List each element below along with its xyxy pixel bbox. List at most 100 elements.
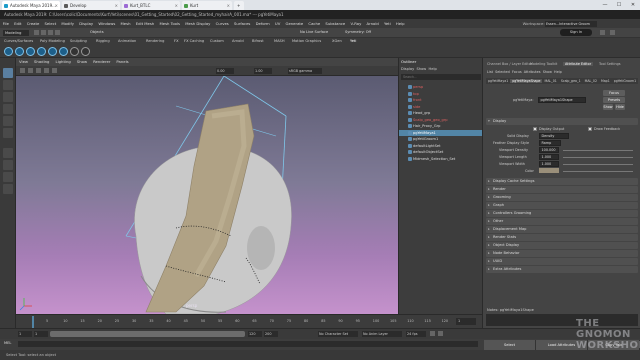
node-tab[interactable]: pgYetiMaya1 xyxy=(486,79,510,83)
yeti-cache-icon[interactable] xyxy=(59,47,68,56)
shelf-tab-fx-caching[interactable]: FX Caching xyxy=(184,39,204,43)
mel-label[interactable]: MEL xyxy=(4,341,11,345)
node-tab[interactable]: MAL_02 xyxy=(583,79,599,83)
menu-select[interactable]: Select xyxy=(42,19,59,28)
anim-layer-dropdown[interactable]: No Anim Layer xyxy=(362,331,402,337)
viewport-density-slider[interactable] xyxy=(563,149,633,151)
yeti-comb-icon[interactable] xyxy=(70,47,79,56)
menu-generate[interactable]: Generate xyxy=(283,19,306,28)
shelf-tab-rendering[interactable]: Rendering xyxy=(146,39,164,43)
menu-help[interactable]: Help xyxy=(393,19,407,28)
vp-menu-view[interactable]: View xyxy=(16,59,31,64)
maximize-icon[interactable]: ☐ xyxy=(612,0,626,10)
gamma-field[interactable]: 1.00 xyxy=(254,68,272,74)
shelf-tab-yeti[interactable]: Yeti xyxy=(350,39,356,43)
yeti-feather-icon[interactable] xyxy=(37,47,46,56)
menu-edit[interactable]: Edit xyxy=(12,19,25,28)
ae-section[interactable]: Displacement Map xyxy=(486,226,638,233)
tab-channel-box[interactable]: Channel Box / Layer Editor xyxy=(487,62,532,66)
menu-display[interactable]: Display xyxy=(77,19,96,28)
close-window-icon[interactable]: ✕ xyxy=(626,0,640,10)
menu-edit-mesh[interactable]: Edit Mesh xyxy=(133,19,157,28)
viewport-length-slider[interactable] xyxy=(563,156,633,158)
menu-curves[interactable]: Curves xyxy=(213,19,231,28)
outliner-menu-display[interactable]: Display xyxy=(401,67,414,71)
shelf-tab-xgen[interactable]: XGen xyxy=(332,39,342,43)
select-button[interactable]: Select xyxy=(484,340,536,350)
current-frame-field[interactable]: 1 xyxy=(456,318,476,325)
gear-icon[interactable] xyxy=(600,30,605,35)
shelf-tab-motion-graphics[interactable]: Motion Graphics xyxy=(292,39,321,43)
ae-section[interactable]: Render Stats xyxy=(486,234,638,241)
shelf-tab-arnold[interactable]: Arnold xyxy=(232,39,244,43)
vp-menu-renderer[interactable]: Renderer xyxy=(90,59,113,64)
3d-viewport[interactable]: persp xyxy=(16,76,398,314)
ae-section[interactable]: Controllers Grooming xyxy=(486,210,638,217)
viewport-width-slider[interactable] xyxy=(563,163,633,165)
menu-substance[interactable]: Substance xyxy=(323,19,348,28)
menu-mesh[interactable]: Mesh xyxy=(118,19,133,28)
node-tab[interactable]: pgYetiGroom1 xyxy=(612,79,638,83)
tab-tool-settings[interactable]: Tool Settings xyxy=(599,62,621,66)
close-icon[interactable]: × xyxy=(115,1,118,10)
menu-arnold[interactable]: Arnold xyxy=(364,19,381,28)
outliner-search-input[interactable] xyxy=(401,74,481,80)
end-frame-field[interactable]: 200 xyxy=(264,331,278,337)
ae-section[interactable]: Object Display xyxy=(486,242,638,249)
shelf-tab-bifrost[interactable]: Bifrost xyxy=(252,39,264,43)
menu-cache[interactable]: Cache xyxy=(306,19,323,28)
focus-button[interactable]: Focus xyxy=(603,90,625,96)
menu-mesh-tools[interactable]: Mesh Tools xyxy=(157,19,183,28)
shelf-tab-poly[interactable]: Poly Modeling xyxy=(40,39,65,43)
ae-section[interactable]: Display Cache Settings xyxy=(486,178,638,185)
live-surface-label[interactable]: No Live Surface xyxy=(300,30,328,34)
smooth-shade-icon[interactable] xyxy=(44,68,49,73)
vp-menu-lighting[interactable]: Lighting xyxy=(52,59,73,64)
command-input[interactable] xyxy=(18,341,478,347)
ae-menu-selected[interactable]: Selected xyxy=(495,70,510,74)
tab-attribute-editor[interactable]: Attribute Editor xyxy=(563,62,594,66)
browser-tab-maya[interactable]: Autodesk Maya 2019... × xyxy=(2,1,60,10)
solid-display-dropdown[interactable]: Density xyxy=(539,133,569,139)
ae-menu-attributes[interactable]: Attributes xyxy=(524,70,541,74)
browser-tab-develop[interactable]: Develop × xyxy=(62,1,120,10)
mode-dropdown[interactable]: Modeling xyxy=(3,30,29,36)
range-end-field[interactable]: 120 xyxy=(248,331,262,337)
shelf-tab-custom[interactable]: Custom xyxy=(210,39,224,43)
exposure-field[interactable]: 0.00 xyxy=(216,68,234,74)
ae-menu-focus[interactable]: Focus xyxy=(512,70,522,74)
menu-file[interactable]: File xyxy=(0,19,12,28)
four-view-icon[interactable] xyxy=(3,160,13,170)
node-tab[interactable]: MAL_01 xyxy=(542,79,558,83)
color-slider[interactable] xyxy=(563,170,633,172)
vp-menu-shading[interactable]: Shading xyxy=(31,59,52,64)
node-name-field[interactable]: pgYetiMaya1Shape xyxy=(538,97,586,103)
save-scene-icon[interactable] xyxy=(41,30,46,35)
vp-menu-panels[interactable]: Panels xyxy=(113,59,131,64)
range-slider[interactable] xyxy=(50,331,245,337)
browser-tab-kurt-btlc[interactable]: Kurt_BTLC × xyxy=(122,1,180,10)
character-set-dropdown[interactable]: No Character Set xyxy=(318,331,358,337)
ae-menu-help[interactable]: Help xyxy=(554,70,562,74)
wireframe-icon[interactable] xyxy=(36,68,41,73)
rotate-tool-icon[interactable] xyxy=(3,116,13,126)
camera-icon[interactable] xyxy=(20,68,25,73)
ae-section[interactable]: UUID xyxy=(486,258,638,265)
menu-modify[interactable]: Modify xyxy=(59,19,77,28)
ae-section[interactable]: Render xyxy=(486,186,638,193)
ae-section[interactable]: Other xyxy=(486,218,638,225)
new-tab-button[interactable]: + xyxy=(234,1,244,10)
minimize-icon[interactable]: — xyxy=(598,0,612,10)
node-tab[interactable]: Map1 xyxy=(599,79,612,83)
display-output-checkbox[interactable] xyxy=(533,127,537,131)
time-slider[interactable]: 5 10 15 20 25 30 35 40 45 50 55 60 65 70 75 80 85 90 95 100… xyxy=(16,314,482,328)
select-tool-icon[interactable] xyxy=(3,68,13,78)
menu-uv[interactable]: UV xyxy=(272,19,283,28)
outliner-layout-icon[interactable] xyxy=(3,172,13,182)
lasso-tool-icon[interactable] xyxy=(3,80,13,90)
single-view-icon[interactable] xyxy=(3,148,13,158)
shelf-tab-mash[interactable]: MASH xyxy=(274,39,285,43)
section-display[interactable]: Display xyxy=(486,118,638,125)
graph-layout-icon[interactable] xyxy=(3,184,13,194)
redo-icon[interactable] xyxy=(55,30,60,35)
